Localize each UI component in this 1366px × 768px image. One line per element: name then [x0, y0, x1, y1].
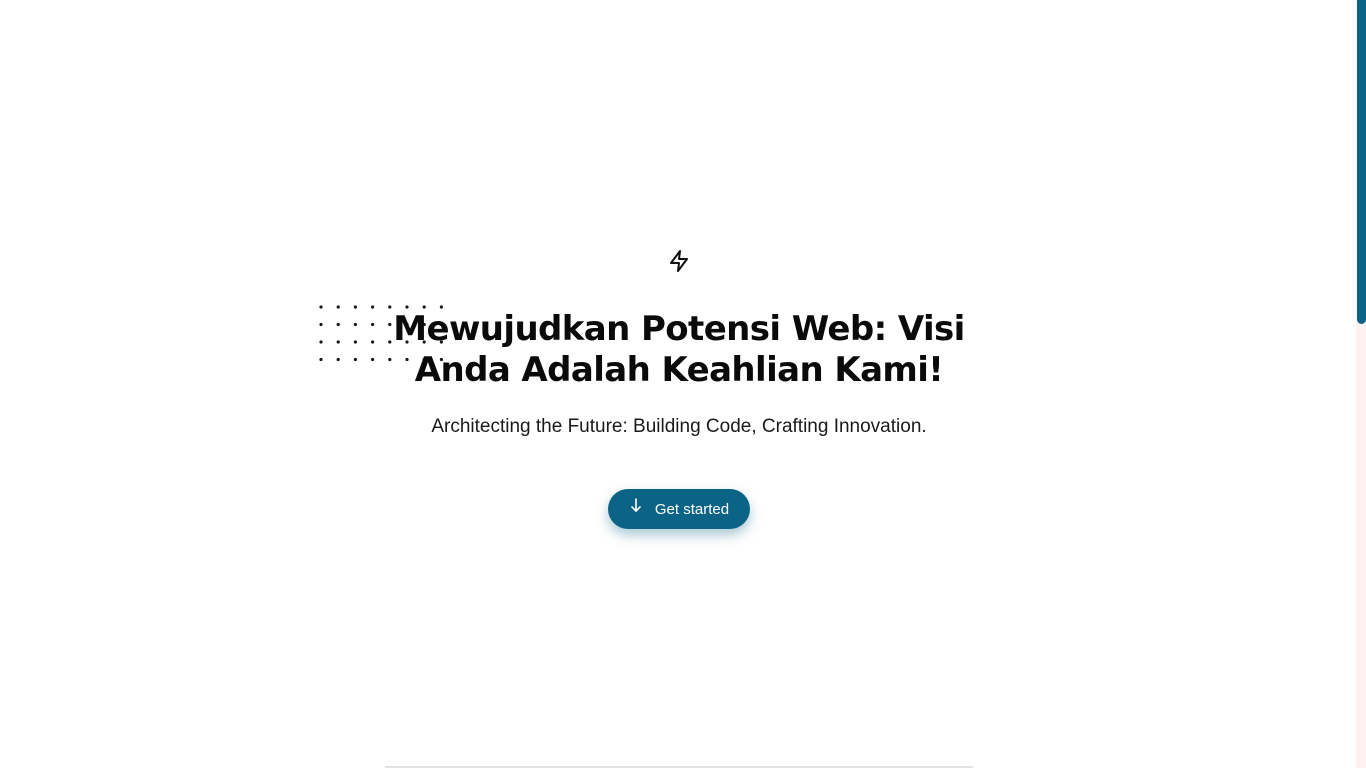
- decoration-dot: [353, 305, 357, 309]
- page: Mewujudkan Potensi Web: Visi Anda Adalah…: [0, 0, 1366, 768]
- decoration-dot: [319, 305, 323, 309]
- hero-section: Mewujudkan Potensi Web: Visi Anda Adalah…: [0, 0, 1356, 768]
- lightning-bolt-icon: [667, 249, 691, 273]
- hero-subtitle: Architecting the Future: Building Code, …: [431, 416, 927, 437]
- decoration-dot: [336, 305, 340, 309]
- decoration-dot: [336, 340, 340, 344]
- arrow-down-icon: [629, 497, 643, 515]
- decoration-dot: [336, 322, 340, 327]
- get-started-button[interactable]: Get started: [608, 489, 750, 529]
- scrollbar-thumb[interactable]: [1357, 0, 1366, 324]
- decoration-dot: [319, 357, 323, 362]
- decoration-dot: [353, 357, 357, 362]
- hero-title: Mewujudkan Potensi Web: Visi Anda Adalah…: [393, 309, 965, 390]
- decoration-dot: [353, 322, 357, 327]
- decoration-dot: [371, 305, 375, 309]
- decoration-dot: [371, 322, 375, 327]
- decoration-dot: [319, 340, 323, 344]
- decoration-dot: [371, 357, 375, 362]
- decoration-dot: [371, 340, 375, 344]
- decoration-dot: [336, 357, 340, 362]
- decoration-dot: [319, 322, 323, 327]
- get-started-label: Get started: [654, 500, 730, 518]
- decoration-dot: [353, 340, 357, 344]
